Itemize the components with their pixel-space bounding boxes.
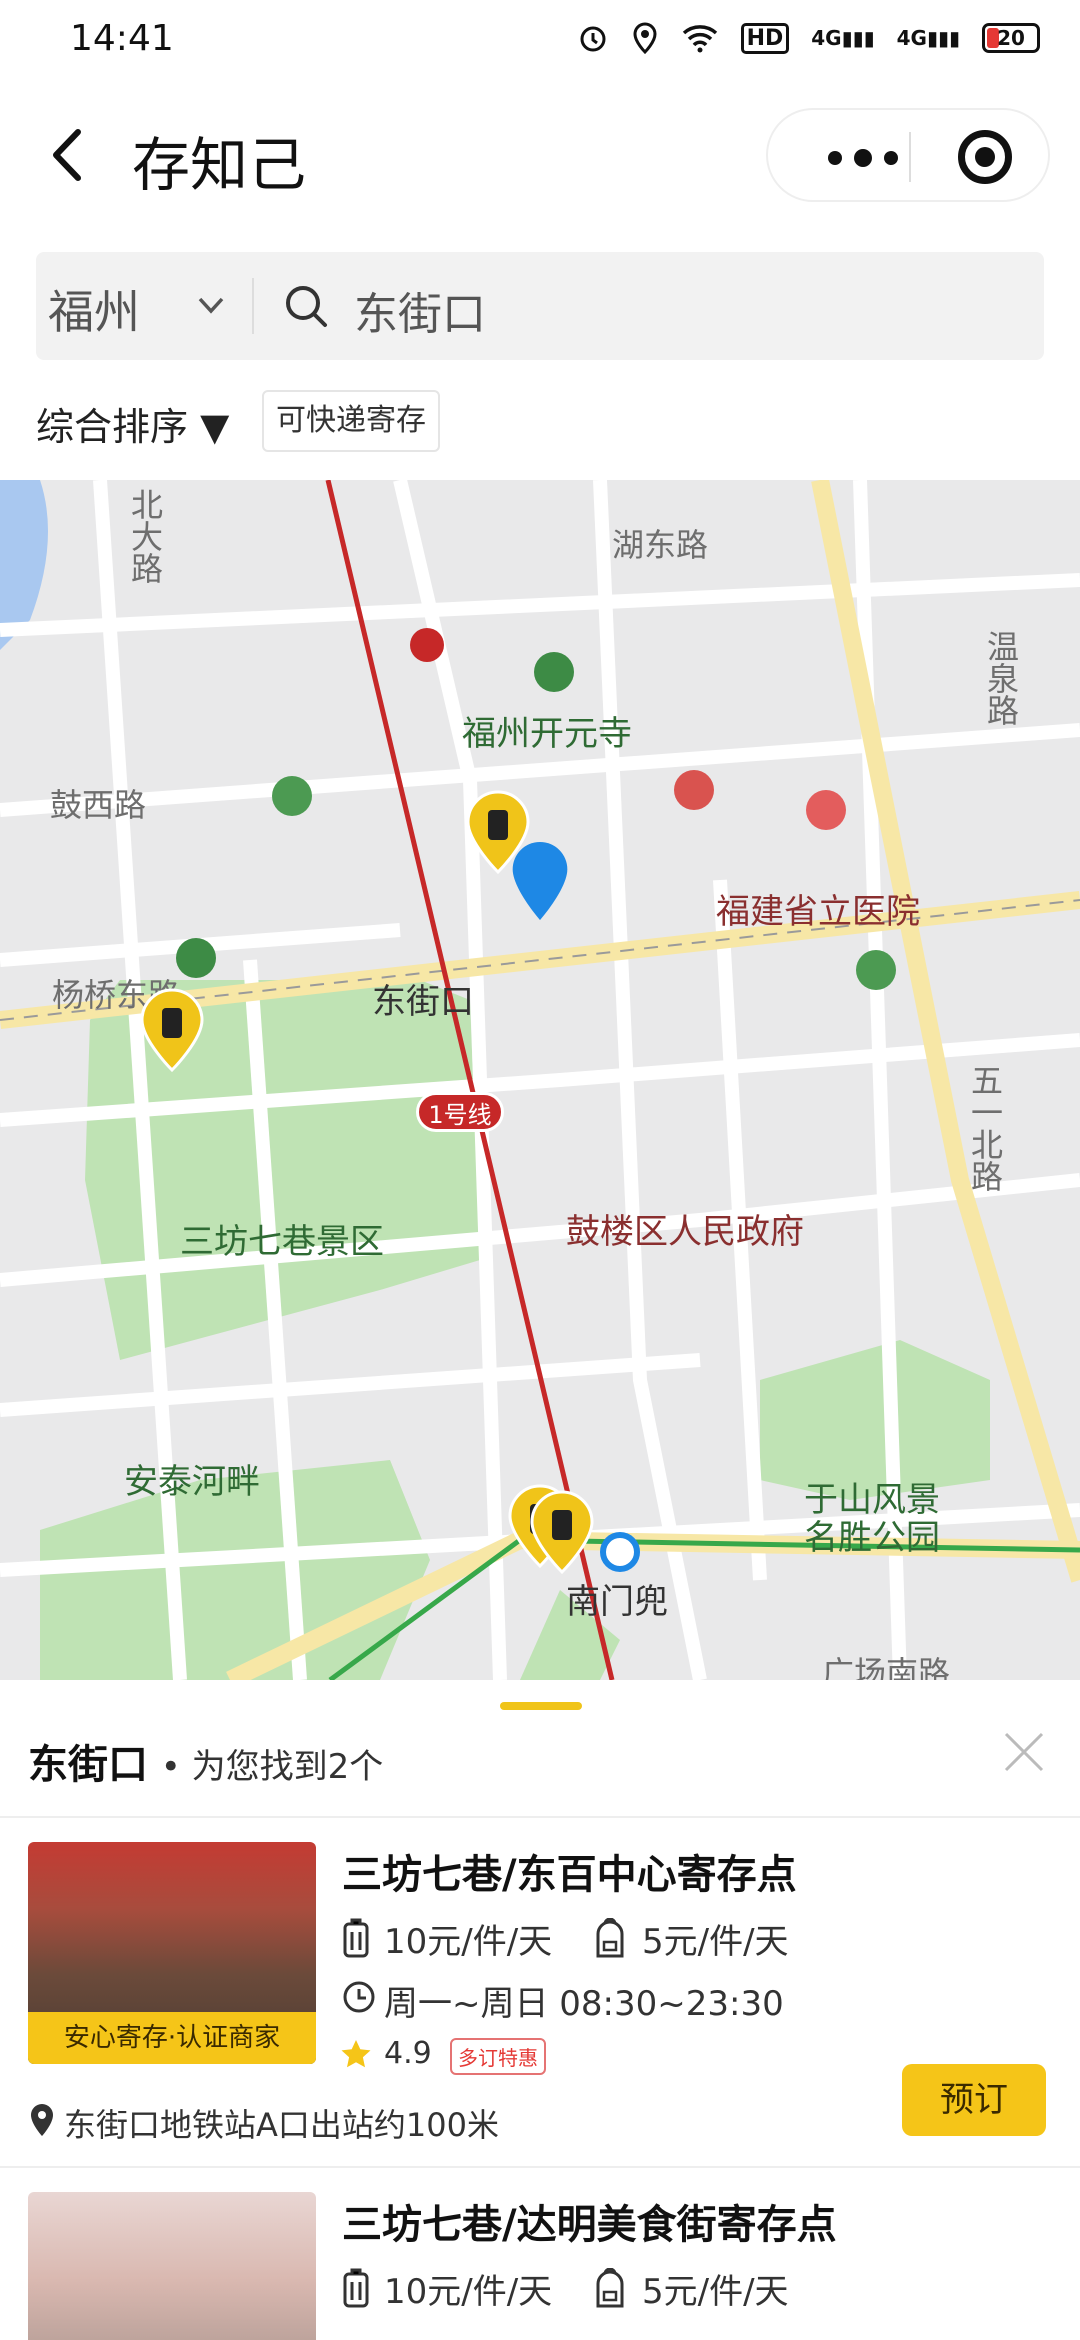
storage-photo <box>28 2192 316 2340</box>
backpack-icon <box>596 1918 624 1958</box>
yushan-poi-icon[interactable] <box>856 950 896 990</box>
search-input[interactable]: 东街口 <box>354 278 486 342</box>
luggage-icon <box>343 1918 369 1958</box>
close-icon[interactable] <box>1000 1728 1048 1776</box>
express-filter-tag[interactable]: 可快递寄存 <box>262 390 440 452</box>
map-label-road: 五一北路 <box>966 1064 1004 1192</box>
map-label-road: 广场南路 <box>822 1654 951 1680</box>
city-selector[interactable]: 福州 <box>48 276 140 342</box>
promo-tag: 多订特惠 <box>450 2038 546 2075</box>
map-label-road: 温泉路 <box>982 630 1020 726</box>
map-label-poi: 福州开元寺 <box>462 714 632 754</box>
battery-icon: 20 <box>982 23 1040 53</box>
map-label-road: 北大路 <box>126 488 164 584</box>
location-note: 东街口地铁站A口出站约100米 <box>64 2106 499 2144</box>
map-label-poi: 安泰河畔 <box>124 1462 260 1502</box>
map-label-station: 东街口 <box>372 982 474 1022</box>
storage-card[interactable]: 三坊七巷/达明美食街寄存点 10元/件/天 5元/件/天 <box>0 2192 1080 2340</box>
book-button[interactable]: 预订 <box>902 2064 1046 2136</box>
storage-title: 三坊七巷/东百中心寄存点 <box>342 1852 797 1898</box>
antai-poi-icon[interactable] <box>176 938 216 978</box>
close-miniapp-icon[interactable] <box>958 130 1012 184</box>
search-divider <box>252 278 254 334</box>
sheet-drag-handle[interactable] <box>500 1702 582 1710</box>
storage-photo: 安心寄存·认证商家 <box>28 1842 316 2064</box>
map-label-road: 鼓西路 <box>50 786 147 824</box>
map-label-road: 湖东路 <box>612 526 709 564</box>
sort-dropdown[interactable]: 综合排序 ▼ <box>36 396 229 451</box>
wifi-icon <box>682 25 717 53</box>
hospital-poi-icon[interactable] <box>806 790 846 830</box>
luggage-icon <box>343 2268 369 2308</box>
page-title: 存知己 <box>132 131 307 199</box>
divider <box>0 1816 1080 1818</box>
map-label-poi: 三坊七巷景区 <box>180 1222 384 1262</box>
results-summary: 为您找到2个 <box>191 1747 384 1787</box>
nav-bar: 存知己 <box>0 80 1080 230</box>
location-pin-icon <box>31 2104 53 2136</box>
status-bar: 14:41 HD 4G▮▮▮ 4G▮▮▮ 20 <box>0 0 1080 80</box>
results-header: 东街口 • 为您找到2个 <box>28 1742 384 1788</box>
certified-badge: 安心寄存·认证商家 <box>28 2012 316 2064</box>
results-sheet: 东街口 • 为您找到2个 安心寄存·认证商家 三坊七巷/东百中心寄存点 10元/… <box>0 1680 1080 2340</box>
storage-pin-icon[interactable] <box>530 1490 594 1574</box>
price-bag: 5元/件/天 <box>642 2272 789 2312</box>
alarm-icon <box>580 26 606 52</box>
star-icon <box>341 2040 371 2068</box>
location-icon <box>633 22 657 54</box>
capsule-divider <box>909 132 911 182</box>
more-icon[interactable] <box>808 140 918 176</box>
price-luggage: 10元/件/天 <box>384 2272 553 2312</box>
rating-value: 4.9 <box>384 2036 432 2071</box>
price-bag: 5元/件/天 <box>642 1922 789 1962</box>
map-label-poi: 福建省立医院 <box>716 892 920 932</box>
miniapp-capsule <box>766 108 1050 202</box>
status-time: 14:41 <box>70 18 174 59</box>
back-arrow-icon[interactable] <box>40 120 100 190</box>
metro-line-badge: 1号线 <box>416 1092 504 1132</box>
scenic-poi-icon[interactable] <box>272 776 312 816</box>
map-label-poi: 鼓楼区人民政府 <box>566 1212 804 1252</box>
price-luggage: 10元/件/天 <box>384 1922 553 1962</box>
temple-poi-icon[interactable] <box>534 652 574 692</box>
results-location: 东街口 <box>28 1742 148 1788</box>
chevron-down-icon[interactable] <box>196 290 226 320</box>
status-icons: HD 4G▮▮▮ 4G▮▮▮ 20 <box>577 22 1040 54</box>
map-label-station: 南门兜 <box>566 1582 668 1622</box>
current-location-icon <box>512 841 568 921</box>
government-poi-icon[interactable] <box>674 770 714 810</box>
signal-icon-2: 4G▮▮▮ <box>896 26 960 50</box>
opening-hours: 周一~周日 08:30~23:30 <box>384 1984 784 2024</box>
divider <box>0 2166 1080 2168</box>
storage-card[interactable]: 安心寄存·认证商家 三坊七巷/东百中心寄存点 10元/件/天 5元/件/天 周一… <box>0 1842 1080 2144</box>
metro-station-icon[interactable] <box>410 628 444 662</box>
hd-icon: HD <box>740 22 790 54</box>
map-view[interactable]: 北大路 湖东路 温泉路 福州开元寺 鼓西路 福建省立医院 杨桥东路 东街口 1号… <box>0 480 1080 1680</box>
backpack-icon <box>596 2268 624 2308</box>
signal-icon: 4G▮▮▮ <box>811 26 875 50</box>
search-icon <box>286 286 327 327</box>
search-bar[interactable]: 福州 东街口 <box>36 252 1044 360</box>
storage-title: 三坊七巷/达明美食街寄存点 <box>342 2202 837 2248</box>
transfer-station-icon[interactable] <box>600 1532 640 1572</box>
filter-bar: 综合排序 ▼ 可快递寄存 <box>0 370 1080 480</box>
clock-icon <box>343 1981 375 2013</box>
storage-pin-icon[interactable] <box>140 988 204 1072</box>
map-label-poi: 名胜公园 <box>804 1518 940 1558</box>
